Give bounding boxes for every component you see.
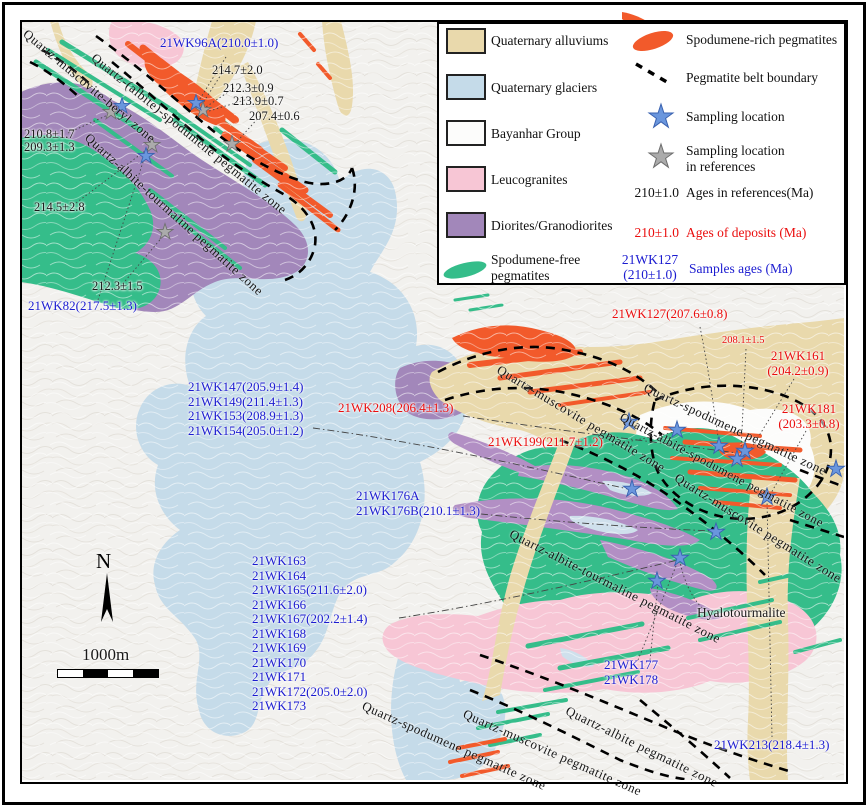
figure-border (2, 2, 866, 805)
geological-map-figure: Quartz-muscovite-beryl zone Quartz-(albi… (0, 0, 866, 805)
